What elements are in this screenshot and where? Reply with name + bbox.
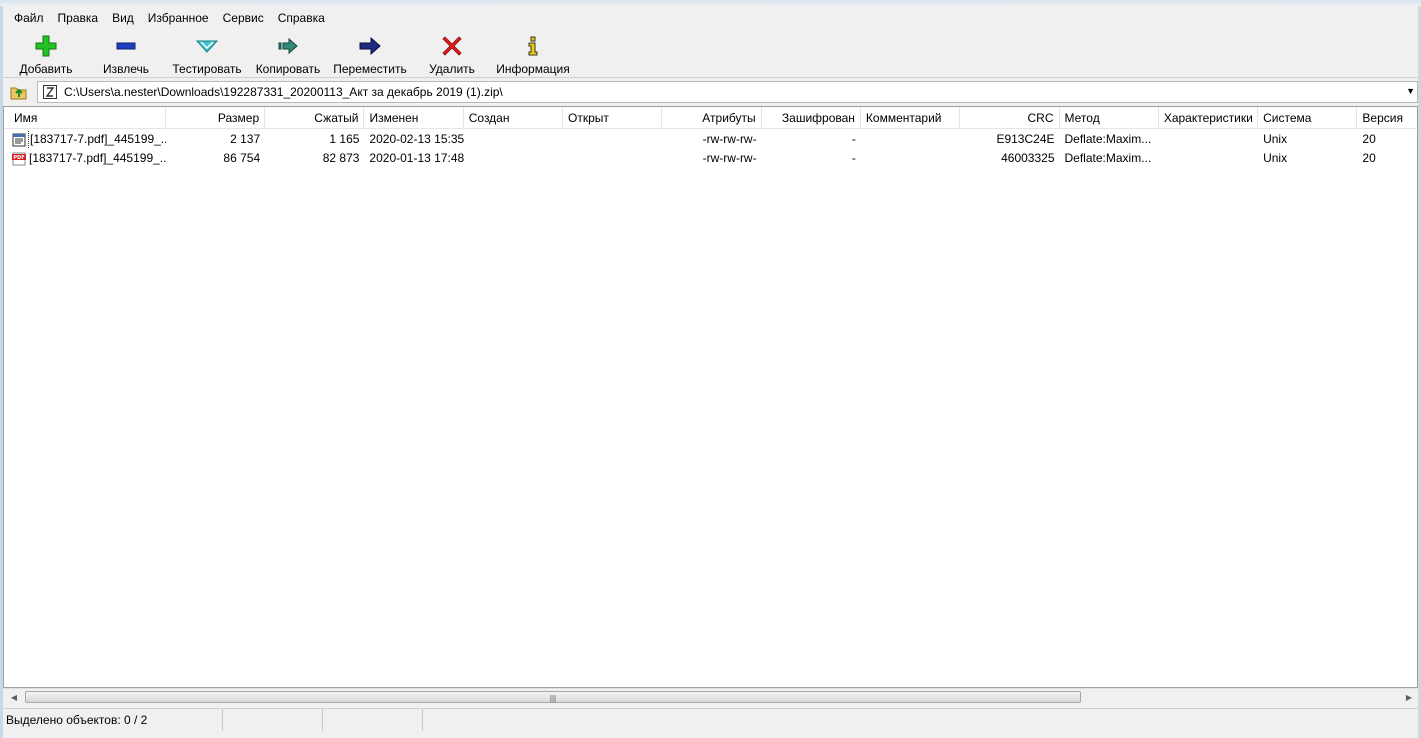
add-label: Добавить [19, 62, 73, 76]
column-packed[interactable]: Сжатый [265, 107, 365, 129]
archive-icon [43, 85, 57, 99]
file-version: 20 [1362, 151, 1376, 165]
test-button[interactable]: Тестировать [166, 30, 248, 78]
file-packed: 82 873 [322, 151, 360, 165]
table-header: Имя Размер Сжатый Изменен Создан Открыт … [4, 107, 1417, 129]
menu-help[interactable]: Справка [271, 8, 332, 28]
table-row[interactable]: [183717-7.pdf]_445199_... 2 137 1 165 20… [4, 130, 1417, 149]
move-button[interactable]: Переместить [328, 30, 412, 78]
info-label: Информация [496, 62, 570, 76]
copy-button[interactable]: Копировать [248, 30, 328, 78]
column-comment[interactable]: Комментарий [861, 107, 961, 129]
test-label: Тестировать [172, 62, 242, 76]
column-accessed[interactable]: Открыт [563, 107, 663, 129]
file-crc: E913C24E [996, 132, 1055, 146]
file-host-os: Unix [1263, 151, 1288, 165]
menu-view[interactable]: Вид [105, 8, 141, 28]
column-method[interactable]: Метод [1060, 107, 1159, 129]
chevron-down-icon[interactable]: ▼ [1406, 86, 1415, 96]
column-crc[interactable]: CRC [960, 107, 1060, 129]
column-characteristics[interactable]: Характеристики [1159, 107, 1259, 129]
file-name: [183717-7.pdf]_445199_... [29, 151, 166, 165]
delete-button[interactable]: Удалить [412, 30, 492, 78]
table-row[interactable]: PDF [183717-7.pdf]_445199_... 86 754 82 … [4, 149, 1417, 168]
file-crc: 46003325 [1001, 151, 1055, 165]
column-host-os[interactable]: Система [1258, 107, 1358, 129]
file-size: 86 754 [223, 151, 261, 165]
move-arrow-icon [357, 33, 383, 59]
delete-label: Удалить [429, 62, 475, 76]
address-bar: C:\Users\a.nester\Downloads\192287331_20… [3, 81, 1418, 103]
file-encrypted: - [851, 132, 856, 146]
status-cell-info [423, 709, 1418, 731]
app-window: Файл Правка Вид Избранное Сервис Справка… [0, 0, 1421, 738]
extract-label: Извлечь [102, 62, 149, 76]
address-field[interactable]: C:\Users\a.nester\Downloads\192287331_20… [37, 81, 1418, 103]
status-bar: Выделено объектов: 0 / 2 [3, 708, 1418, 731]
horizontal-scrollbar[interactable]: ◀ ||| ▶ [3, 688, 1418, 705]
scroll-right-icon[interactable]: ▶ [1402, 692, 1416, 703]
column-name[interactable]: Имя [4, 107, 166, 129]
file-name-cell: PDF [183717-7.pdf]_445199_... [4, 149, 166, 168]
menu-tools[interactable]: Сервис [216, 8, 271, 28]
menu-file[interactable]: Файл [7, 8, 51, 28]
extract-button[interactable]: Извлечь [86, 30, 166, 78]
status-cell-packed [323, 709, 423, 731]
scrollbar-thumb[interactable]: ||| [25, 691, 1081, 703]
column-created[interactable]: Создан [464, 107, 564, 129]
menu-favorites[interactable]: Избранное [141, 8, 216, 28]
status-selected: Выделено объектов: 0 / 2 [3, 709, 223, 731]
info-icon [520, 33, 546, 59]
file-method: Deflate:Maxim... [1064, 132, 1152, 146]
file-size: 2 137 [230, 132, 261, 146]
file-modified: 2020-01-13 17:48 [369, 151, 464, 165]
file-name-cell: [183717-7.pdf]_445199_... [4, 130, 166, 149]
address-path: C:\Users\a.nester\Downloads\192287331_20… [64, 85, 503, 99]
file-name: [183717-7.pdf]_445199_... [28, 130, 166, 149]
file-host-os: Unix [1263, 132, 1288, 146]
info-button[interactable]: Информация [492, 30, 574, 78]
column-attributes[interactable]: Атрибуты [662, 107, 762, 129]
toolbar: Добавить Извлечь Тестировать Копировать … [3, 30, 1418, 78]
file-attributes: -rw-rw-rw- [702, 151, 757, 165]
file-packed: 1 165 [329, 132, 360, 146]
document-file-icon [12, 133, 26, 146]
menu-edit[interactable]: Правка [51, 8, 106, 28]
file-version: 20 [1362, 132, 1376, 146]
column-encrypted[interactable]: Зашифрован [762, 107, 861, 129]
delete-x-icon [439, 33, 465, 59]
table-body: [183717-7.pdf]_445199_... 2 137 1 165 20… [4, 130, 1417, 168]
status-cell-size [223, 709, 323, 731]
move-label: Переместить [333, 62, 407, 76]
minus-icon [113, 33, 139, 59]
scroll-left-icon[interactable]: ◀ [7, 692, 21, 703]
pdf-file-icon: PDF [12, 152, 26, 165]
grip-icon: ||| [549, 694, 557, 703]
check-icon [194, 33, 220, 59]
copy-arrow-icon [275, 33, 301, 59]
file-list[interactable]: Имя Размер Сжатый Изменен Создан Открыт … [3, 106, 1418, 688]
column-modified[interactable]: Изменен [364, 107, 464, 129]
add-button[interactable]: Добавить [6, 30, 86, 78]
file-attributes: -rw-rw-rw- [702, 132, 757, 146]
folder-up-icon [10, 87, 27, 100]
file-modified: 2020-02-13 15:35 [369, 132, 464, 146]
file-method: Deflate:Maxim... [1064, 151, 1152, 165]
plus-icon [33, 33, 59, 59]
menu-bar: Файл Правка Вид Избранное Сервис Справка [3, 8, 1418, 28]
column-version[interactable]: Версия [1357, 107, 1417, 129]
file-encrypted: - [851, 151, 856, 165]
column-size[interactable]: Размер [166, 107, 266, 129]
copy-label: Копировать [255, 62, 321, 76]
folder-up-button[interactable] [7, 81, 31, 103]
svg-text:PDF: PDF [13, 155, 24, 161]
